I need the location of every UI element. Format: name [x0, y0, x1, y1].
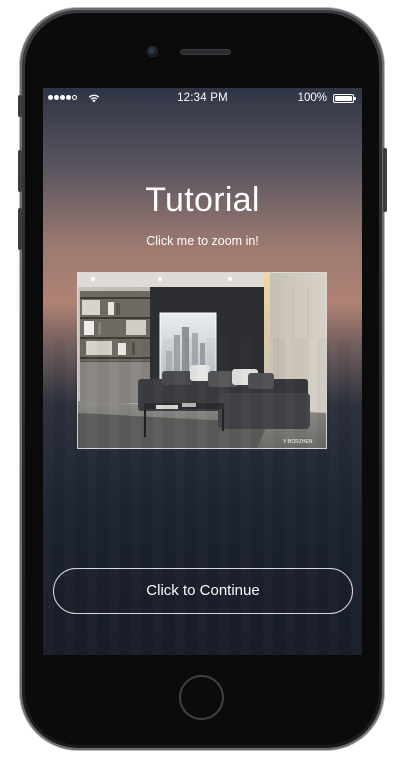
home-button[interactable] — [179, 675, 224, 720]
front-camera — [147, 46, 158, 57]
status-bar: 12:34 PM 100% — [43, 88, 362, 110]
battery-full-icon — [333, 94, 356, 103]
volume-down-button — [18, 208, 22, 250]
room-image-illustration: Y·BORZHEN — [78, 273, 326, 448]
battery-fill — [335, 96, 352, 101]
silent-switch — [18, 95, 22, 117]
battery-nub — [354, 97, 356, 100]
earpiece-speaker — [180, 49, 231, 55]
zoomable-room-image[interactable]: Y·BORZHEN — [77, 272, 327, 449]
page-title: Tutorial — [145, 181, 260, 219]
app-screen: 12:34 PM 100% Tutorial Click me to zoom … — [43, 88, 362, 655]
power-button — [383, 148, 387, 212]
zoom-hint-link[interactable]: Click me to zoom in! — [43, 234, 362, 248]
battery-percentage: 100% — [297, 92, 327, 104]
image-watermark: Y·BORZHEN — [283, 439, 313, 445]
continue-button[interactable]: Click to Continue — [53, 568, 353, 614]
volume-up-button — [18, 150, 22, 192]
